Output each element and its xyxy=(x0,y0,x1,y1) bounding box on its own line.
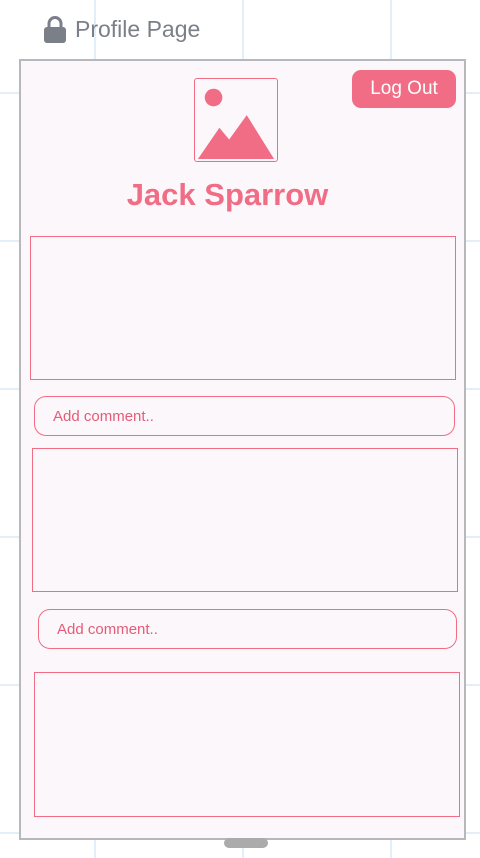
logout-button[interactable]: Log Out xyxy=(352,70,456,108)
page-header: Profile Page xyxy=(43,12,200,46)
post-box xyxy=(32,448,458,592)
comment-input[interactable] xyxy=(38,609,457,649)
home-indicator[interactable] xyxy=(224,838,268,848)
image-placeholder-icon xyxy=(197,88,275,160)
post-box xyxy=(34,672,460,817)
phone-frame: Log Out Jack Sparrow xyxy=(19,59,466,848)
avatar[interactable] xyxy=(194,78,278,162)
page-title: Profile Page xyxy=(75,15,201,42)
profile-name: Jack Sparrow xyxy=(126,177,329,212)
comment-input[interactable] xyxy=(34,396,455,436)
lock-icon xyxy=(44,15,66,43)
post-box xyxy=(30,236,456,380)
